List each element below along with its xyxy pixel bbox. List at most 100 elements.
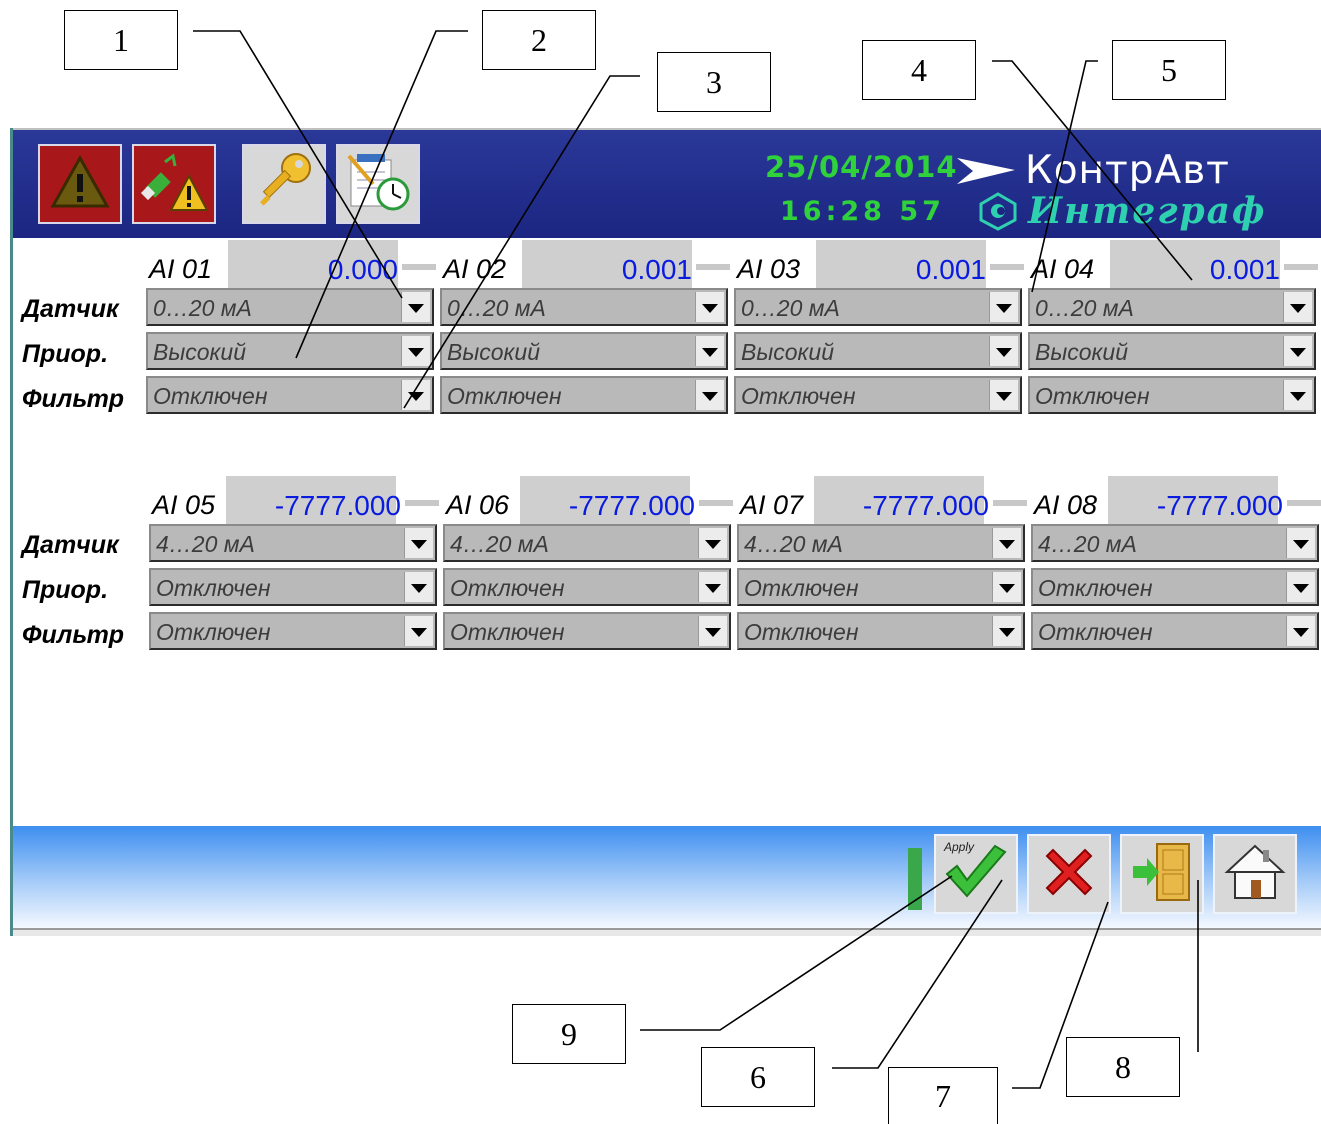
priority-select[interactable]: Высокий [1028, 332, 1316, 370]
filter-select[interactable]: Отключен [440, 376, 728, 414]
chevron-down-icon[interactable] [1286, 572, 1315, 602]
left-edge [10, 128, 13, 936]
filter-select[interactable]: Отключен [149, 612, 437, 650]
sensor-select[interactable]: 0…20 мА [440, 288, 728, 326]
channel-ai07: AI 07 -7777.000 4…20 мА Отключен Отключе… [734, 476, 1027, 676]
chevron-down-icon[interactable] [992, 528, 1021, 558]
date-display: 25/04/2014 [765, 150, 958, 184]
priority-select-value: Высокий [153, 339, 246, 365]
sensor-select-value: 0…20 мА [741, 295, 840, 321]
sensor-select[interactable]: 0…20 мА [734, 288, 1022, 326]
key-button[interactable] [242, 144, 326, 224]
priority-select[interactable]: Высокий [734, 332, 1022, 370]
callout-7: 7 [888, 1067, 998, 1124]
row-label-sensor: Датчик [22, 295, 119, 323]
chevron-down-icon[interactable] [695, 380, 724, 410]
channel-value: -7777.000 [1156, 490, 1283, 521]
channel-value: -7777.000 [862, 490, 989, 521]
priority-select[interactable]: Отключен [737, 568, 1025, 606]
priority-select[interactable]: Высокий [440, 332, 728, 370]
callout-9: 9 [512, 1004, 626, 1064]
chevron-down-icon[interactable] [1283, 380, 1312, 410]
chevron-down-icon[interactable] [1286, 616, 1315, 646]
callout-5: 5 [1112, 40, 1226, 100]
status-indicator [908, 848, 922, 910]
cancel-button[interactable] [1027, 834, 1111, 914]
apply-label: Apply [944, 840, 975, 854]
time-display: 16:28 57 [780, 196, 945, 227]
chevron-down-icon[interactable] [695, 336, 724, 366]
chevron-down-icon[interactable] [404, 572, 433, 602]
channel-value: 0.001 [1209, 254, 1280, 285]
chevron-down-icon[interactable] [992, 572, 1021, 602]
bottom-divider [10, 928, 1321, 936]
chevron-down-icon[interactable] [401, 380, 430, 410]
priority-select-value: Высокий [1035, 339, 1128, 365]
sensor-select[interactable]: 4…20 мА [1031, 524, 1319, 562]
usb-alarm-button[interactable] [132, 144, 216, 224]
chevron-down-icon[interactable] [1286, 528, 1315, 558]
home-button[interactable] [1213, 834, 1297, 914]
chevron-down-icon[interactable] [989, 336, 1018, 366]
usb-warning-icon [139, 150, 209, 219]
chevron-down-icon[interactable] [401, 336, 430, 366]
filter-select[interactable]: Отключен [737, 612, 1025, 650]
sensor-select-value: 4…20 мА [450, 531, 549, 557]
exit-button[interactable] [1120, 834, 1204, 914]
row-label-filter: Фильтр [22, 621, 125, 649]
channel-name: AI 08 [1034, 490, 1098, 520]
chevron-down-icon[interactable] [698, 572, 727, 602]
separator-dash [405, 500, 439, 506]
channel-value: -7777.000 [274, 490, 401, 521]
channel-value: 0.001 [915, 254, 986, 285]
channel-name: AI 01 [149, 254, 213, 284]
filter-select-value: Отключен [450, 619, 565, 645]
channel-value: 0.001 [621, 254, 692, 285]
sensor-select[interactable]: 4…20 мА [737, 524, 1025, 562]
sensor-select-value: 4…20 мА [156, 531, 255, 557]
integraf-logo: Интеграф [978, 190, 1266, 232]
filter-select[interactable]: Отключен [146, 376, 434, 414]
separator-dash [1287, 500, 1321, 506]
channel-ai06: AI 06 -7777.000 4…20 мА Отключен Отключе… [440, 476, 733, 676]
callout-1: 1 [64, 10, 178, 70]
filter-select[interactable]: Отключен [443, 612, 731, 650]
header-bar: 25/04/2014 16:28 57 КонтрАвт Интеграф [10, 130, 1321, 238]
chevron-down-icon[interactable] [992, 616, 1021, 646]
priority-select-value: Высокий [741, 339, 834, 365]
sensor-select[interactable]: 0…20 мА [1028, 288, 1316, 326]
priority-select[interactable]: Высокий [146, 332, 434, 370]
sensor-select[interactable]: 4…20 мА [443, 524, 731, 562]
schedule-button[interactable] [336, 144, 420, 224]
chevron-down-icon[interactable] [989, 380, 1018, 410]
priority-select-value: Отключен [744, 575, 859, 601]
callout-6: 6 [701, 1047, 815, 1107]
callout-4: 4 [862, 40, 976, 100]
priority-select[interactable]: Отключен [1031, 568, 1319, 606]
chevron-down-icon[interactable] [698, 528, 727, 558]
apply-button[interactable]: Apply [934, 834, 1018, 914]
priority-select[interactable]: Отключен [149, 568, 437, 606]
chevron-down-icon[interactable] [404, 616, 433, 646]
separator-dash [990, 264, 1024, 270]
filter-select[interactable]: Отключен [1028, 376, 1316, 414]
sensor-select[interactable]: 0…20 мА [146, 288, 434, 326]
channel-group-1: Датчик Приор. Фильтр AI 01 0.000 0…20 мА… [10, 240, 1321, 440]
chevron-down-icon[interactable] [1283, 292, 1312, 322]
row-label-filter: Фильтр [22, 385, 125, 413]
chevron-down-icon[interactable] [698, 616, 727, 646]
filter-select[interactable]: Отключен [1031, 612, 1319, 650]
channel-value: 0.000 [327, 254, 398, 285]
chevron-down-icon[interactable] [401, 292, 430, 322]
sensor-select[interactable]: 4…20 мА [149, 524, 437, 562]
key-icon [252, 150, 316, 219]
chevron-down-icon[interactable] [404, 528, 433, 558]
alarm-button[interactable] [38, 144, 122, 224]
priority-select[interactable]: Отключен [443, 568, 731, 606]
chevron-down-icon[interactable] [695, 292, 724, 322]
chevron-down-icon[interactable] [1283, 336, 1312, 366]
filter-select-value: Отключен [153, 383, 268, 409]
filter-select[interactable]: Отключен [734, 376, 1022, 414]
chevron-down-icon[interactable] [989, 292, 1018, 322]
sensor-select-value: 0…20 мА [447, 295, 546, 321]
